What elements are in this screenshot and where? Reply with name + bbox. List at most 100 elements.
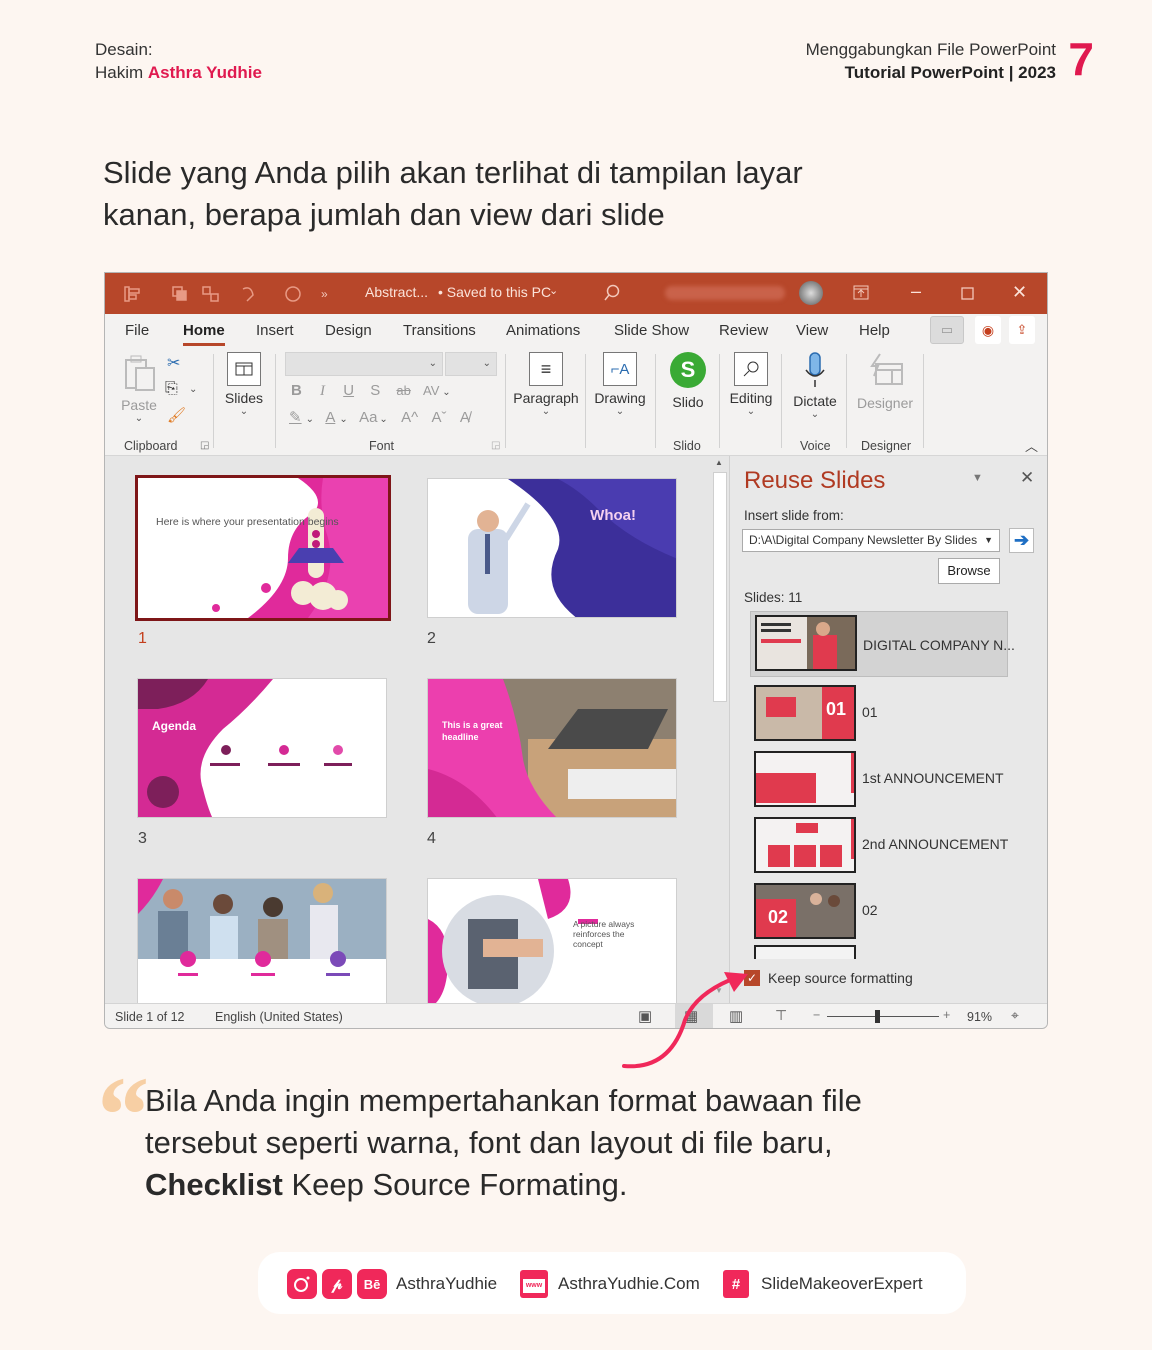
search-icon[interactable] (603, 284, 621, 302)
dictate-button[interactable]: Dictate ⌄ (789, 350, 841, 420)
reuse-slide-label: 2nd ANNOUNCEMENT (862, 836, 1009, 852)
highlight-icon[interactable]: ✎ (289, 409, 302, 426)
slides-label: Slides (224, 390, 264, 406)
minimize-button[interactable]: – (911, 281, 921, 302)
drawing-button[interactable]: ⌐A Drawing ⌄ (591, 352, 649, 417)
paragraph-button[interactable]: ≡ Paragraph ⌄ (511, 352, 581, 417)
topic-title: Menggabungkan File PowerPoint (805, 40, 1056, 59)
thumbnail-slide-1[interactable]: Here is where your presentation begins (135, 475, 391, 621)
go-arrow-button[interactable]: ➔ (1009, 528, 1034, 553)
thumbnail-slide-2[interactable]: Whoa! (427, 478, 677, 618)
instagram-icon[interactable] (287, 1269, 317, 1299)
tab-help[interactable]: Help (859, 322, 890, 339)
font-color-button[interactable]: A (325, 409, 335, 426)
file-name[interactable]: Abstract... (365, 284, 428, 300)
tab-file[interactable]: File (125, 322, 149, 339)
drawing-label: Drawing (594, 390, 646, 406)
source-path-dropdown[interactable]: D:\A\Digital Company Newsletter By Slide… (742, 529, 1000, 552)
scrollbar-thumb[interactable] (713, 472, 727, 702)
fit-to-window-icon[interactable]: ⌖ (1011, 1007, 1019, 1024)
tab-transitions[interactable]: Transitions (403, 322, 476, 339)
slides-button[interactable]: Slides ⌄ (223, 352, 265, 417)
font-size-select[interactable]: ⌄ (445, 352, 497, 376)
character-spacing-button[interactable]: AV (423, 383, 439, 398)
thumbnail-slide-5[interactable] (137, 878, 387, 1018)
avatar[interactable] (799, 281, 823, 305)
zoom-level[interactable]: 91% (967, 1010, 992, 1024)
pane-options-icon[interactable]: ▼ (972, 472, 983, 484)
pinterest-icon[interactable]: 𝓅 (322, 1269, 352, 1299)
strikethrough-button[interactable]: ab (396, 383, 410, 398)
dialog-launcher-icon[interactable]: ◲ (200, 440, 209, 451)
zoom-slider-thumb[interactable] (875, 1010, 881, 1023)
tab-view[interactable]: View (796, 322, 828, 339)
designer-button[interactable]: Designer (855, 352, 915, 411)
tab-home[interactable]: Home (183, 322, 225, 346)
more-commands-icon: » (321, 287, 328, 301)
save-status[interactable]: • Saved to this PC (438, 284, 551, 300)
close-button[interactable]: ✕ (1012, 282, 1027, 303)
change-case-button[interactable]: Aa (359, 409, 377, 426)
tab-review[interactable]: Review (719, 322, 768, 339)
format-painter-icon[interactable]: 🖌 (167, 406, 186, 424)
social-handle[interactable]: AsthraYudhie (396, 1274, 497, 1294)
editing-button[interactable]: Editing ⌄ (725, 352, 777, 417)
browse-button[interactable]: Browse (938, 558, 1000, 584)
underline-button[interactable]: U (343, 382, 354, 399)
slido-button[interactable]: S Slido (663, 352, 713, 410)
website-link[interactable]: AsthraYudhie.Com (558, 1274, 700, 1294)
share-button[interactable]: ⇪ (1009, 316, 1035, 344)
collapse-ribbon-icon[interactable]: ︿ (1025, 436, 1038, 455)
reuse-slide-item-partial[interactable] (754, 945, 856, 959)
slide-6-title: A picture always reinforces the concept (573, 919, 635, 949)
language-status[interactable]: English (United States) (215, 1010, 343, 1024)
tab-slide-show[interactable]: Slide Show (614, 322, 689, 339)
chevron-down-icon[interactable]: ⌄ (189, 384, 197, 395)
shadow-button[interactable]: S (370, 382, 380, 399)
keep-source-formatting-label[interactable]: Keep source formatting (768, 970, 913, 986)
reuse-slide-item[interactable]: 1st ANNOUNCEMENT (750, 747, 1008, 809)
font-name-select[interactable]: ⌄ (285, 352, 443, 376)
slide-info: Slide 1 of 12 (115, 1010, 185, 1024)
slide-layout-icon (227, 352, 261, 386)
grow-font-button[interactable]: A^ (401, 409, 418, 426)
dialog-launcher-icon[interactable]: ◲ (491, 440, 500, 451)
italic-button[interactable]: I (320, 383, 325, 399)
bold-button[interactable]: B (291, 382, 302, 399)
close-pane-icon[interactable]: ✕ (1020, 468, 1034, 488)
quick-access-toolbar: » (124, 286, 328, 302)
hashtag-text[interactable]: SlideMakeoverExpert (761, 1274, 923, 1294)
paste-button[interactable]: Paste ⌄ (119, 354, 159, 424)
ribbon-display-icon[interactable] (853, 285, 869, 301)
zoom-slider[interactable] (827, 1016, 939, 1017)
pane-title: Reuse Slides (744, 467, 886, 494)
account-name-blurred (665, 286, 785, 300)
zoom-in-button[interactable]: + (943, 1008, 950, 1022)
thumbnail-slide-4[interactable]: This is a great headline (427, 678, 677, 818)
reuse-slide-label: 1st ANNOUNCEMENT (862, 770, 1004, 786)
shrink-font-button[interactable]: Aˇ (432, 409, 447, 426)
thumbnail-slide-3[interactable]: Agenda (137, 678, 387, 818)
tab-insert[interactable]: Insert (256, 322, 294, 339)
copy-icon[interactable]: ⎘ (165, 380, 178, 398)
reuse-slide-item[interactable]: 2nd ANNOUNCEMENT (750, 813, 1008, 875)
reuse-slide-item[interactable]: 02 02 (750, 879, 1008, 941)
tab-animations[interactable]: Animations (506, 322, 580, 339)
scroll-up-arrow[interactable]: ▲ (715, 458, 723, 467)
reuse-slide-item[interactable]: 01 01 (750, 681, 1008, 743)
comments-button[interactable]: ▭ (930, 316, 964, 344)
tab-design[interactable]: Design (325, 322, 372, 339)
slideshow-view-icon[interactable]: ⊤ (775, 1007, 787, 1024)
maximize-button[interactable] (961, 287, 974, 300)
font-group-label: Font (369, 439, 395, 453)
record-button[interactable]: ◉ (975, 316, 1001, 344)
page-number: 7 (1068, 33, 1094, 85)
behance-icon[interactable]: Bē (357, 1269, 387, 1299)
zoom-out-button[interactable]: − (813, 1008, 820, 1022)
cut-icon[interactable]: ✂ (167, 353, 180, 373)
clear-formatting-icon[interactable]: A̸ (460, 409, 470, 426)
thumbnails-scrollbar[interactable]: ▲ ▼ (711, 456, 729, 1003)
reuse-slide-item[interactable]: DIGITAL COMPANY N... (750, 611, 1015, 677)
chevron-down-icon[interactable]: ⌄ (549, 284, 558, 297)
align-center-icon: ≡ (529, 352, 563, 386)
